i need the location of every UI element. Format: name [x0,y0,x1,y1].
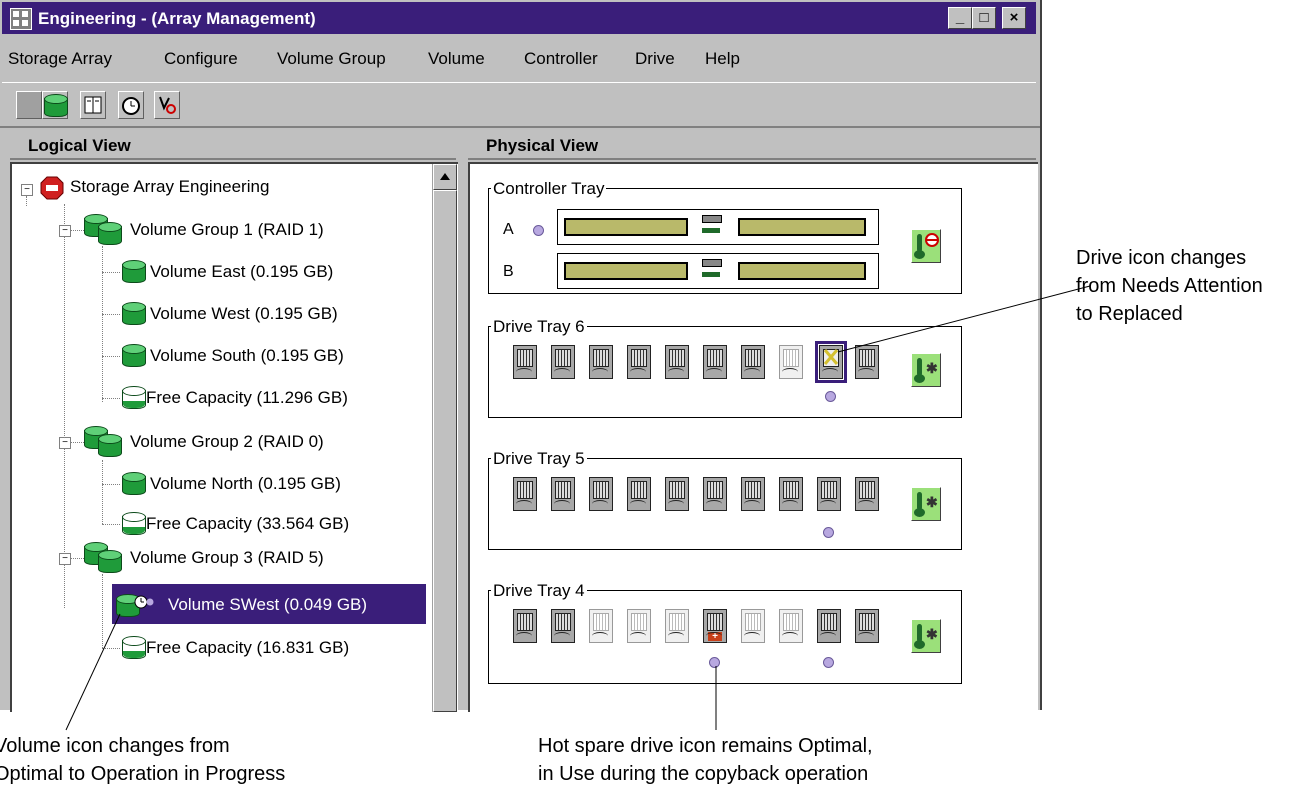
hot-spare-annotation: Hot spare drive icon remains Optimal, in… [538,735,873,785]
volume-progress-annotation: Volume icon changes from Optimal to Oper… [0,735,286,785]
callout-lines [65,285,1091,731]
drive-replaced-annotation: Drive icon changes from Needs Attention … [1076,247,1263,325]
